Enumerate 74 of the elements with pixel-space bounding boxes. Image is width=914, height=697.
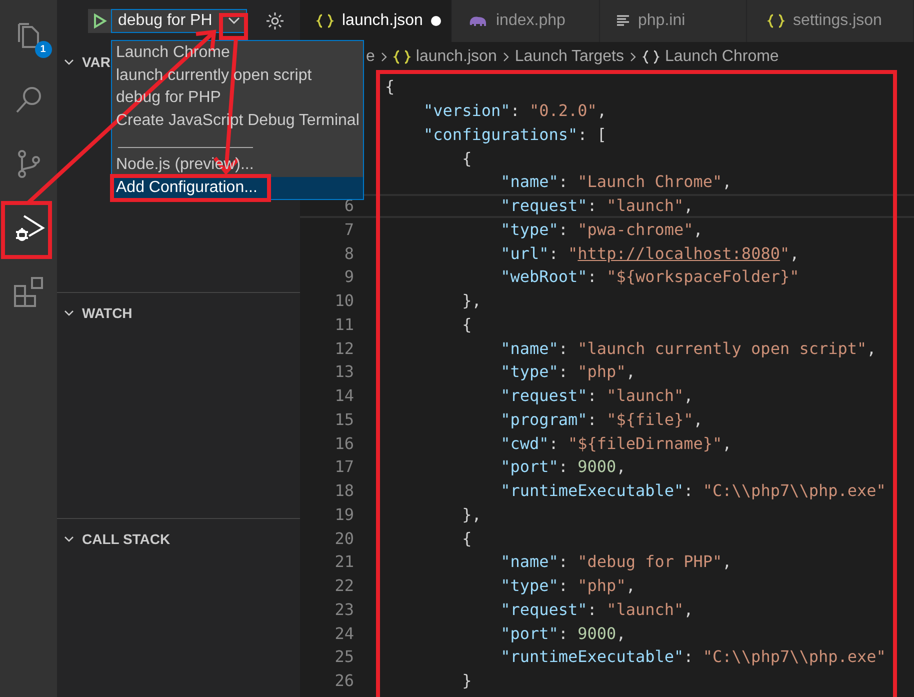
line-number: 13 bbox=[334, 362, 354, 382]
play-icon bbox=[92, 13, 106, 29]
code-line: { bbox=[461, 314, 472, 334]
code-link[interactable]: http://localhost:8080 bbox=[578, 244, 780, 263]
chevron-icon bbox=[502, 51, 510, 63]
chevron-icon bbox=[628, 51, 637, 63]
extensions-icon[interactable] bbox=[12, 276, 44, 308]
elephant-icon bbox=[468, 14, 488, 28]
editor-tab[interactable]: settings.json bbox=[747, 0, 914, 42]
braces-icon bbox=[767, 13, 785, 29]
code-line: "port": 9000, bbox=[500, 624, 626, 643]
code-line: "url": "http://localhost:8080", bbox=[500, 244, 800, 263]
braces-icon bbox=[316, 13, 334, 29]
line-number: 21 bbox=[334, 552, 354, 572]
line-number: 7 bbox=[344, 220, 354, 239]
code-line: "type": "php", bbox=[500, 362, 636, 382]
breadcrumb-item[interactable]: Launch Chrome bbox=[664, 48, 779, 66]
line-number: 17 bbox=[334, 457, 354, 476]
breadcrumb-item[interactable]: e bbox=[366, 48, 375, 66]
line-number: 22 bbox=[334, 576, 354, 596]
line-number: 14 bbox=[334, 386, 354, 406]
code-line: "type": "pwa-chrome", bbox=[500, 220, 703, 239]
editor-tab[interactable]: launch.json bbox=[300, 0, 452, 42]
line-number: 11 bbox=[334, 314, 354, 334]
code-line: { bbox=[461, 528, 472, 548]
code-line: "request": "launch", bbox=[500, 600, 694, 619]
code-line: "type": "php", bbox=[500, 576, 636, 596]
line-number: 24 bbox=[334, 624, 354, 643]
line-number: 15 bbox=[334, 410, 354, 429]
code-line: "name": "Launch Chrome", bbox=[500, 172, 732, 192]
code-line: "port": 9000, bbox=[500, 457, 626, 476]
line-number: 18 bbox=[334, 481, 354, 500]
line-number: 16 bbox=[334, 434, 354, 453]
code-line: "runtimeExecutable": "C:\\php7\\php.exe" bbox=[500, 481, 886, 500]
code-line: { bbox=[385, 77, 395, 96]
code-line: "webRoot": "${workspaceFolder}" bbox=[500, 267, 800, 286]
code-line: "version": "0.2.0", bbox=[422, 101, 607, 120]
line-number: 9 bbox=[344, 267, 354, 286]
breadcrumb-item[interactable]: launch.json bbox=[416, 48, 497, 66]
code-line: "request": "launch", bbox=[500, 196, 694, 216]
editor-tab[interactable]: index.php bbox=[452, 0, 600, 42]
chevron-icon bbox=[380, 51, 388, 63]
line-number: 8 bbox=[344, 244, 354, 263]
section-header[interactable]: CALL STACK bbox=[57, 525, 170, 553]
search-icon[interactable] bbox=[14, 85, 44, 115]
line-number: 20 bbox=[334, 528, 354, 548]
code-line: "runtimeExecutable": "C:\\php7\\php.exe" bbox=[500, 647, 886, 666]
line-number: 23 bbox=[334, 600, 354, 619]
section-header[interactable]: WATCH bbox=[57, 299, 132, 327]
code-line: } bbox=[461, 671, 472, 690]
annotation-box bbox=[1, 201, 52, 259]
line-number: 10 bbox=[334, 291, 354, 310]
line-number: 25 bbox=[334, 647, 354, 666]
section-header[interactable]: VAR bbox=[57, 48, 111, 76]
line-number: 12 bbox=[334, 338, 354, 358]
lines-icon bbox=[616, 14, 630, 28]
code-line: "configurations": [ bbox=[422, 124, 607, 144]
code-line: "program": "${file}", bbox=[500, 410, 703, 429]
notification-badge: 1 bbox=[34, 41, 52, 58]
code-line: }, bbox=[461, 504, 482, 524]
settings-icon[interactable] bbox=[265, 11, 285, 31]
start-debugging-button[interactable] bbox=[88, 9, 111, 33]
breadcrumb-item[interactable]: Launch Targets bbox=[514, 48, 624, 66]
braces-icon bbox=[642, 49, 660, 65]
line-number: 26 bbox=[334, 671, 354, 690]
editor-tab[interactable]: php.ini bbox=[600, 0, 747, 42]
code-line: "name": "launch currently open script", bbox=[500, 338, 876, 358]
line-number: 19 bbox=[334, 504, 354, 524]
code-line: }, bbox=[461, 291, 482, 310]
code-line: "request": "launch", bbox=[500, 386, 694, 406]
code-line: "cwd": "${fileDirname}", bbox=[500, 434, 732, 453]
code-line: "name": "debug for PHP", bbox=[500, 552, 732, 572]
code-line: { bbox=[461, 148, 472, 168]
braces-icon bbox=[392, 49, 411, 65]
